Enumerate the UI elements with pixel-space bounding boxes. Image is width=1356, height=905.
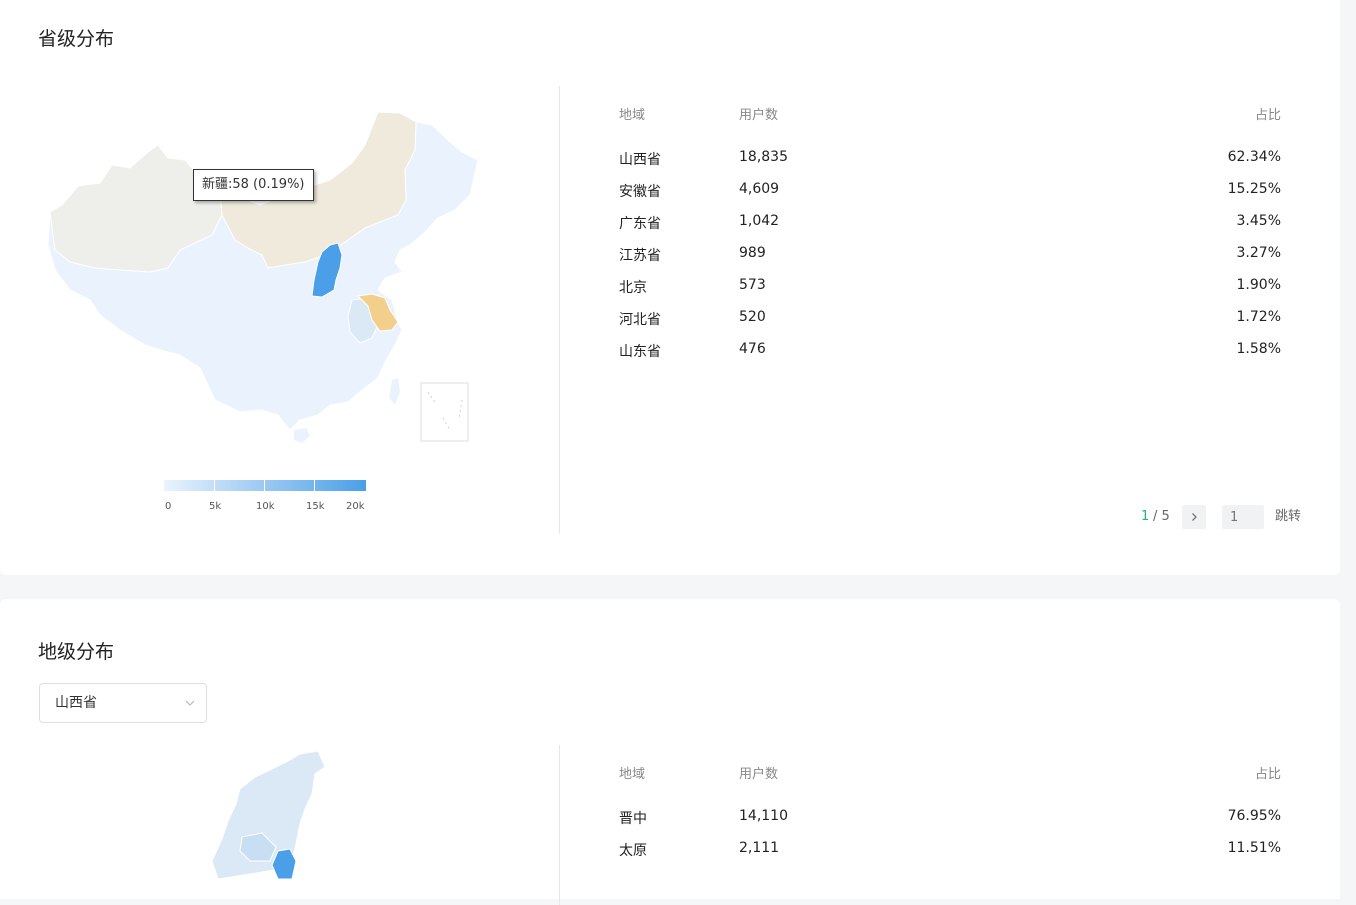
cell-region: 北京 [619, 280, 647, 296]
cell-users: 520 [739, 309, 766, 325]
legend-separator [214, 480, 215, 491]
cell-ratio: 62.34% [1227, 149, 1281, 165]
cell-ratio: 3.45% [1236, 213, 1281, 229]
map-tooltip: 新疆:58 (0.19%) [193, 169, 314, 201]
map-region-hainan[interactable] [294, 428, 310, 443]
vertical-divider [559, 745, 560, 905]
page-jump-input[interactable] [1222, 505, 1264, 529]
page-total: / 5 [1153, 509, 1170, 524]
table-row: 广东省 1,042 3.45% [619, 213, 1281, 233]
section-title: 地级分布 [38, 641, 115, 663]
china-province-map[interactable] [40, 100, 490, 450]
table-row: 江苏省 989 3.27% [619, 245, 1281, 265]
header-region: 地域 [619, 767, 646, 782]
legend-separator [314, 480, 315, 491]
province-distribution-card: 省级分布 新疆:58 (0.19%) 0 5k 10k 15k 20k 地域 用… [0, 0, 1340, 575]
pagination: 1 / 5 跳转 [0, 505, 1340, 529]
cell-ratio: 11.51% [1227, 840, 1281, 856]
table-row: 山西省 18,835 62.34% [619, 149, 1281, 169]
cell-users: 573 [739, 277, 766, 293]
shanxi-city-map[interactable] [190, 749, 350, 879]
cell-ratio: 1.72% [1236, 309, 1281, 325]
next-page-button[interactable] [1182, 505, 1206, 529]
vertical-divider [559, 86, 560, 534]
map-region-china-base[interactable] [47, 111, 479, 431]
cell-region: 安徽省 [619, 184, 661, 200]
cell-users: 14,110 [739, 808, 788, 824]
header-users: 用户数 [739, 108, 779, 123]
cell-region: 晋中 [619, 811, 647, 827]
cell-region: 太原 [619, 843, 647, 859]
section-title: 省级分布 [38, 28, 115, 50]
select-value: 山西省 [55, 695, 97, 711]
cell-region: 山西省 [619, 152, 661, 168]
visual-map-legend[interactable] [164, 480, 366, 491]
header-region: 地域 [619, 108, 646, 123]
table-row: 山东省 476 1.58% [619, 341, 1281, 361]
cell-ratio: 3.27% [1236, 245, 1281, 261]
table-row: 太原 2,111 11.51% [619, 840, 1281, 860]
cell-ratio: 1.58% [1236, 341, 1281, 357]
inset-dashes [427, 391, 463, 431]
cell-users: 1,042 [739, 213, 780, 229]
cell-users: 476 [739, 341, 766, 357]
cell-region: 山东省 [619, 344, 661, 360]
cell-region: 江苏省 [619, 248, 661, 264]
province-select[interactable]: 山西省 [39, 683, 207, 723]
header-users: 用户数 [739, 767, 779, 782]
cell-users: 18,835 [739, 149, 788, 165]
cell-users: 989 [739, 245, 766, 261]
cell-users: 4,609 [739, 181, 780, 197]
cell-ratio: 1.90% [1236, 277, 1281, 293]
cell-region: 河北省 [619, 312, 661, 328]
jump-button[interactable]: 跳转 [1275, 505, 1301, 529]
table-row: 北京 573 1.90% [619, 277, 1281, 297]
cell-users: 2,111 [739, 840, 780, 856]
header-ratio: 占比 [1254, 767, 1281, 782]
legend-separator [264, 480, 265, 491]
table-row: 河北省 520 1.72% [619, 309, 1281, 329]
chevron-right-icon [1192, 513, 1197, 521]
chevron-down-icon [185, 700, 195, 706]
map-region-taiwan[interactable] [389, 378, 400, 405]
table-row: 晋中 14,110 76.95% [619, 808, 1281, 828]
city-distribution-card: 地级分布 山西省 地域 用户数 占比 晋中 14,110 76.95% 太原 2… [0, 599, 1340, 905]
cell-region: 广东省 [619, 216, 661, 232]
page-current: 1 [1141, 509, 1150, 524]
header-ratio: 占比 [1254, 108, 1281, 123]
cell-ratio: 76.95% [1227, 808, 1281, 824]
south-china-sea-inset [420, 382, 469, 442]
cell-ratio: 15.25% [1227, 181, 1281, 197]
table-row: 安徽省 4,609 15.25% [619, 181, 1281, 201]
